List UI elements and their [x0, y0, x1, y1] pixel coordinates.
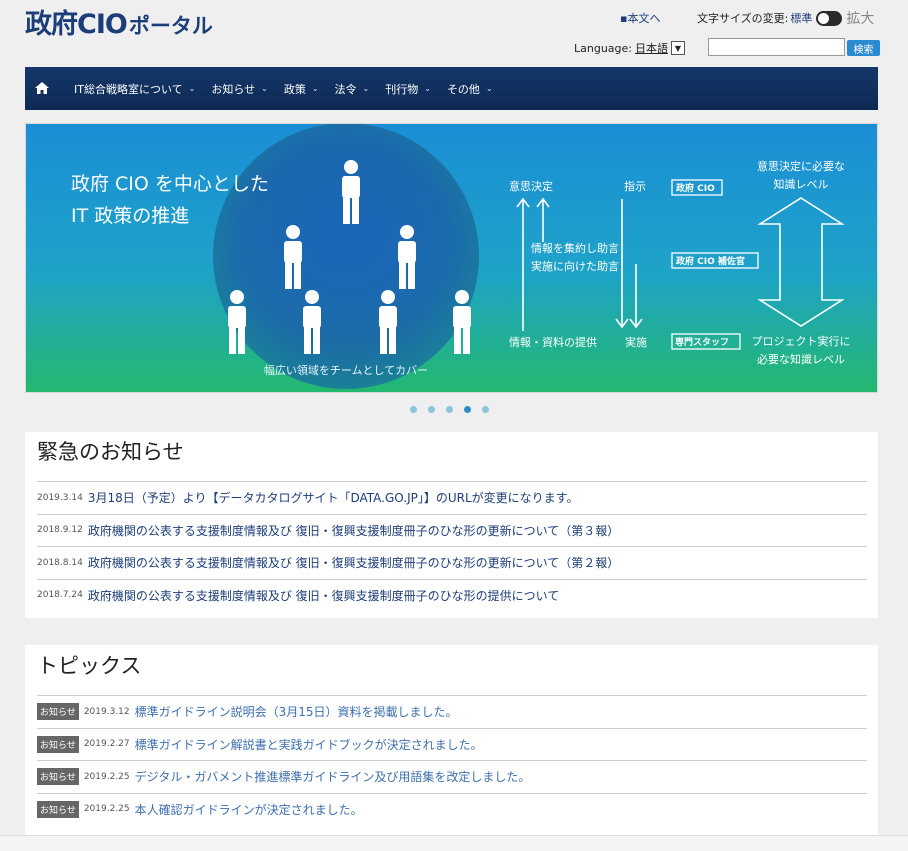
font-size-standard[interactable]: 標準 [790, 10, 812, 26]
list-item[interactable]: お知らせ 2019.2.25 デジタル・ガバメント推進標準ガイドライン及び用語集を改… [37, 760, 867, 793]
carousel-dot[interactable] [428, 406, 435, 413]
page-bottom-edge [0, 835, 908, 851]
font-size-toggle[interactable] [816, 10, 843, 26]
chevron-down-icon: ⌄ [485, 84, 493, 93]
logo-subtext: ポータル [128, 14, 213, 38]
banner-title-line1: 政府 CIO を中心とした [71, 173, 269, 195]
label-instruction: 指示 [624, 179, 646, 193]
category-badge: お知らせ [37, 735, 79, 753]
knowledge-top-1: 意思決定に必要な [757, 159, 845, 173]
nav-item-about[interactable]: IT総合戦略室について ⌄ [74, 81, 195, 97]
skip-to-content-link[interactable]: ▪本文へ [620, 10, 660, 26]
site-logo[interactable]: 政府CIO ポータル [25, 2, 213, 41]
category-badge: お知らせ [37, 703, 79, 721]
label-aggregate-2: 実施に向けた助言 [531, 259, 619, 273]
chevron-down-icon[interactable]: ▼ [671, 41, 685, 55]
chevron-down-icon: ⌄ [261, 84, 268, 93]
role-cio: 政府 CIO [676, 182, 715, 194]
home-icon[interactable] [25, 67, 58, 110]
list-item[interactable]: 2019.3.14 3月18日（予定）より【データカタログサイト「DATA.GO.… [37, 481, 867, 514]
hero-banner[interactable]: 政府 CIO を中心とした IT 政策の推進 幅広い領域をチームとしてカバー 意… [25, 123, 878, 393]
language-selector: Language: 日本語 ▼ [574, 40, 685, 56]
emergency-title: 緊急のお知らせ [37, 440, 184, 464]
category-badge: お知らせ [37, 768, 79, 786]
chevron-down-icon: ⌄ [424, 84, 431, 93]
category-badge: お知らせ [37, 800, 79, 818]
carousel-dot-active[interactable] [464, 406, 471, 413]
font-size-switcher: 文字サイズの変更: 標準 拡大 [697, 8, 874, 28]
list-item[interactable]: お知らせ 2019.3.12 標準ガイドライン説明会（3月15日）資料を掲載しました… [37, 695, 867, 728]
search-button[interactable]: 検索 [847, 40, 880, 56]
language-label: Language: [574, 41, 632, 55]
banner-caption: 幅広い領域をチームとしてカバー [264, 363, 428, 377]
nav-item-policy[interactable]: 政策 ⌄ [284, 81, 319, 97]
banner-title-line2: IT 政策の推進 [71, 205, 189, 227]
global-nav: IT総合戦略室について ⌄ お知らせ ⌄ 政策 ⌄ 法令 ⌄ 刊行物 ⌄ その他 ⌄ [25, 67, 878, 110]
role-staff: 専門スタッフ [675, 336, 729, 348]
carousel-dot[interactable] [482, 406, 489, 413]
knowledge-bottom-2: 必要な知識レベル [757, 352, 845, 366]
list-item[interactable]: 2018.9.12 政府機関の公表する支援制度情報及び 復旧・復興支援制度冊子のひ… [37, 513, 867, 547]
topics-panel: トピックス お知らせ 2019.3.12 標準ガイドライン説明会（3月15日）資料を… [25, 645, 878, 835]
chevron-down-icon: ⌄ [362, 84, 370, 93]
language-select[interactable]: 日本語 [635, 40, 668, 56]
label-aggregate-1: 情報を集約し助言 [531, 241, 619, 255]
search-input[interactable] [708, 38, 845, 56]
carousel-dots [410, 406, 500, 413]
nav-item-publications[interactable]: 刊行物 ⌄ [385, 81, 431, 97]
label-decision: 意思決定 [509, 179, 553, 193]
role-assistant: 政府 CIO 補佐官 [676, 255, 745, 267]
chevron-down-icon: ⌄ [311, 84, 319, 93]
knowledge-bottom-1: プロジェクト実行に [752, 334, 851, 348]
label-implement: 実施 [625, 335, 647, 349]
font-size-large[interactable]: 拡大 [846, 8, 874, 28]
emergency-panel: 緊急のお知らせ 2019.3.14 3月18日（予定）より【データカタログサイト「… [25, 432, 878, 618]
nav-item-news[interactable]: お知らせ ⌄ [211, 81, 267, 97]
chevron-down-icon: ⌄ [188, 84, 196, 93]
font-size-label: 文字サイズの変更: [697, 12, 789, 25]
list-item[interactable]: お知らせ 2019.2.27 標準ガイドライン解説書と実践ガイドブックが決定されまし… [37, 727, 867, 761]
topics-title: トピックス [37, 654, 142, 678]
carousel-dot[interactable] [446, 406, 453, 413]
list-item[interactable]: 2018.7.24 政府機関の公表する支援制度情報及び 復旧・復興支援制度冊子のひ… [37, 578, 867, 612]
nav-item-law[interactable]: 法令 ⌄ [335, 81, 370, 97]
carousel-dot[interactable] [410, 406, 417, 413]
list-item[interactable]: 2018.8.14 政府機関の公表する支援制度情報及び 復旧・復興支援制度冊子のひ… [37, 546, 867, 579]
logo-text: 政府CIO [25, 9, 128, 40]
label-info-provide: 情報・資料の提供 [509, 335, 597, 349]
list-item[interactable]: お知らせ 2019.2.25 本人確認ガイドラインが決定されました。 [37, 792, 867, 826]
knowledge-top-2: 知識レベル [774, 177, 829, 191]
nav-item-other[interactable]: その他 ⌄ [447, 81, 493, 97]
